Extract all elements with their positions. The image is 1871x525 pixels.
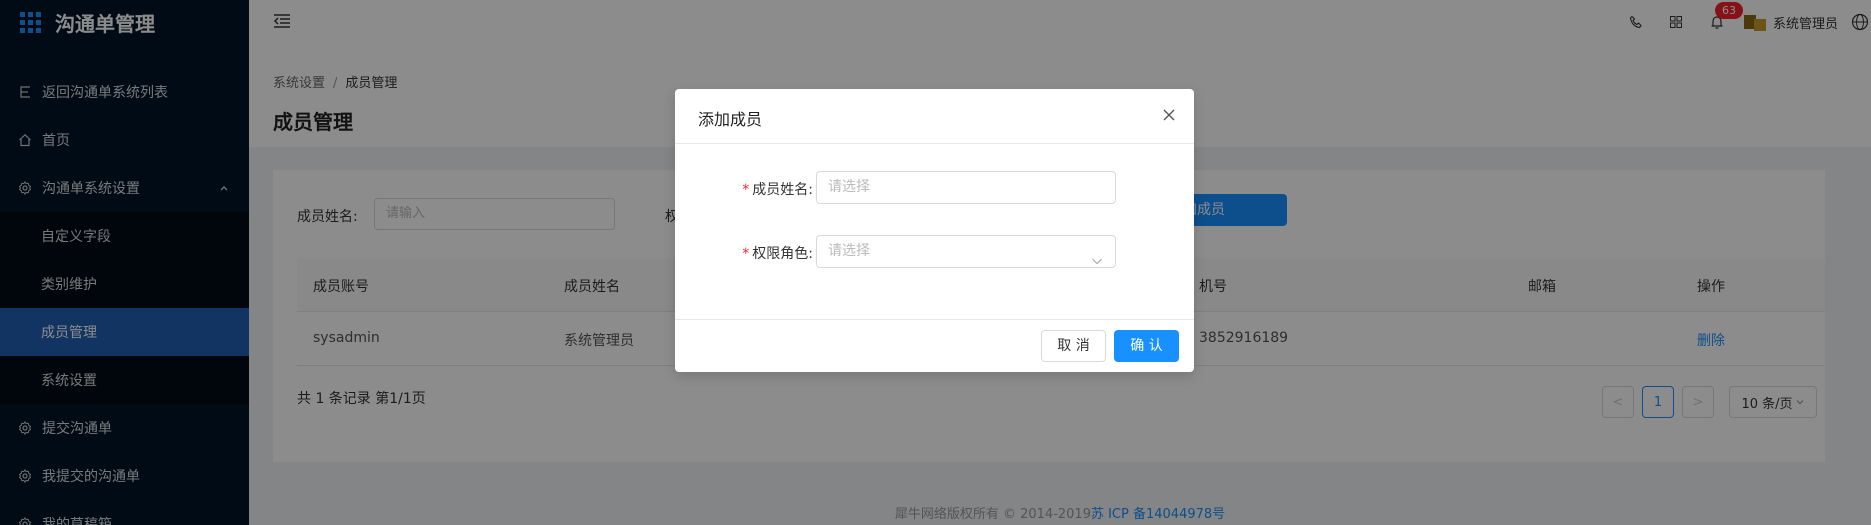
confirm-button[interactable]: 确 认 (1114, 330, 1179, 362)
cancel-button[interactable]: 取 消 (1041, 330, 1106, 362)
add-member-modal: 添加成员 * 成员姓名: 请选择 * 权限角色: 请选择 取 消 确 认 (675, 89, 1194, 372)
modal-title: 添加成员 (698, 110, 763, 129)
modal-header: 添加成员 (675, 89, 1194, 144)
field-label-text: 成员姓名: (752, 182, 813, 198)
modal-footer: 取 消 确 认 (675, 319, 1194, 372)
chevron-down-icon (1091, 247, 1103, 278)
field-label-text: 权限角色: (752, 246, 813, 262)
role-field-label: * 权限角色: (742, 246, 813, 262)
close-icon[interactable] (1162, 108, 1176, 126)
role-placeholder: 请选择 (828, 243, 870, 259)
member-name-field-label: * 成员姓名: (742, 182, 813, 198)
form-row-member-name: * 成员姓名: 请选择 (675, 171, 1194, 205)
form-row-role: * 权限角色: 请选择 (675, 235, 1194, 269)
role-select[interactable]: 请选择 (816, 235, 1116, 268)
member-name-select[interactable]: 请选择 (816, 171, 1116, 204)
